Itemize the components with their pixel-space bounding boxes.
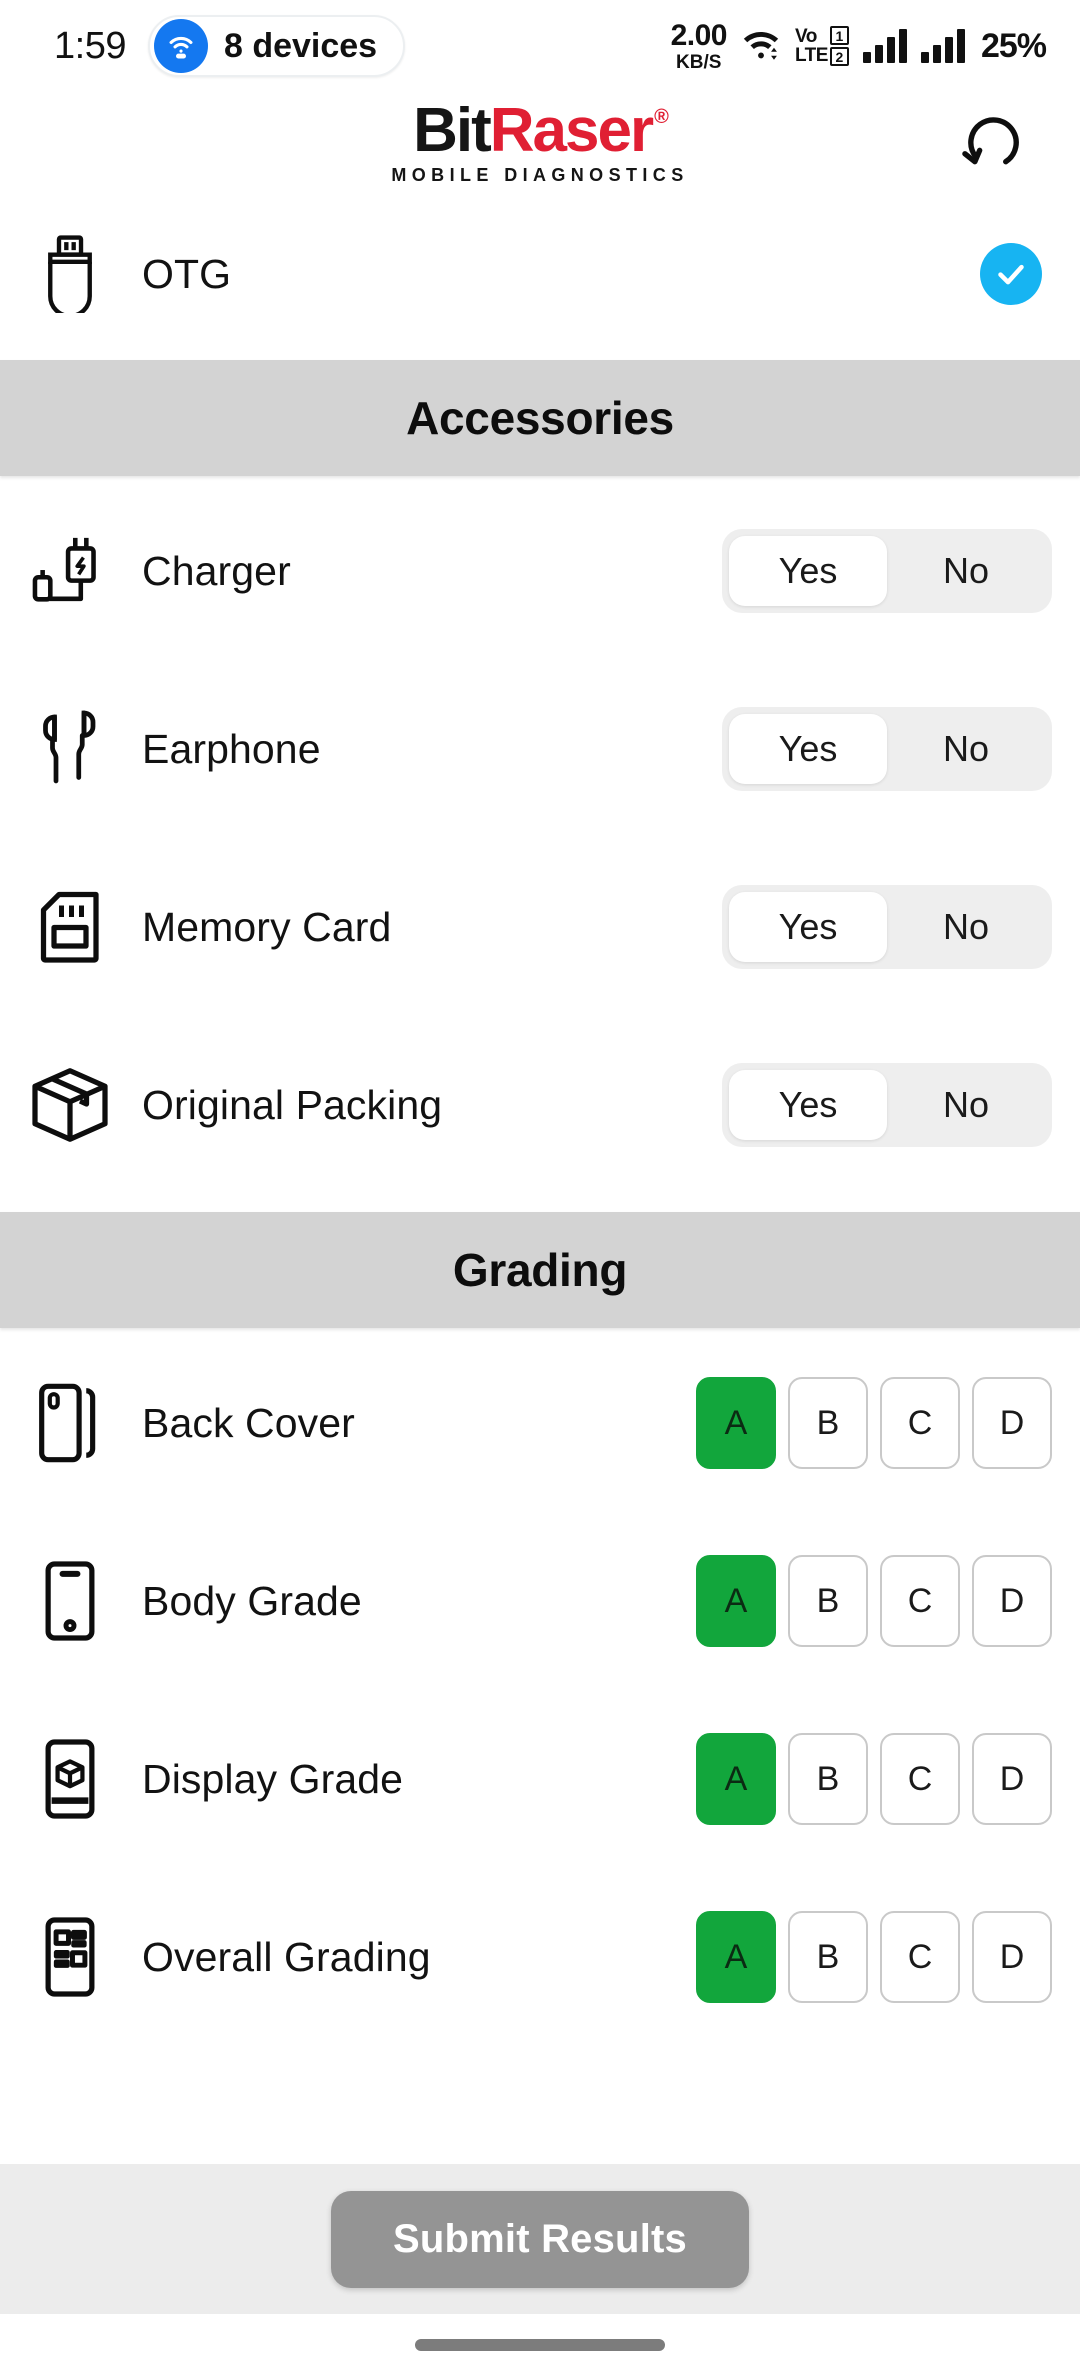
wifi-icon bbox=[741, 27, 781, 66]
footer-bar: Submit Results bbox=[0, 2164, 1080, 2314]
memory-card-icon bbox=[22, 887, 118, 967]
status-bar: 1:59 8 devices 2.00 KB/S Vo LTE 1 2 25% bbox=[0, 0, 1080, 92]
volte-label-lte: LTE bbox=[794, 45, 828, 66]
row-label-back-cover: Back Cover bbox=[142, 1399, 355, 1446]
row-otg[interactable]: OTG bbox=[0, 196, 1080, 342]
row-label-charger: Charger bbox=[142, 547, 291, 594]
network-speed-unit: KB/S bbox=[676, 51, 722, 73]
logo-registered-mark: ® bbox=[654, 105, 669, 128]
logo-wordmark: Bit Raser ® bbox=[413, 95, 669, 165]
phone-back-cover-icon bbox=[22, 1382, 118, 1464]
phone-display-icon bbox=[22, 1738, 118, 1820]
refresh-button[interactable] bbox=[948, 101, 1034, 187]
row-back-cover[interactable]: Back Cover A B C D bbox=[0, 1334, 1080, 1512]
phone-body-icon bbox=[22, 1560, 118, 1642]
logo-bit-text: Bit bbox=[413, 95, 492, 165]
row-label-original-packing: Original Packing bbox=[142, 1081, 443, 1128]
toggle-charger-no[interactable]: No bbox=[887, 536, 1045, 606]
logo-tagline: MOBILE DIAGNOSTICS bbox=[391, 165, 689, 186]
toggle-original-packing-yes[interactable]: Yes bbox=[729, 1070, 887, 1140]
toggle-charger-yes[interactable]: Yes bbox=[729, 536, 887, 606]
row-label-overall-grading: Overall Grading bbox=[142, 1933, 431, 1980]
grade-display-grade-c[interactable]: C bbox=[880, 1733, 960, 1825]
grade-display-grade-a[interactable]: A bbox=[696, 1733, 776, 1825]
status-icons: 2.00 KB/S Vo LTE 1 2 25% bbox=[670, 18, 1047, 73]
section-header-accessories: Accessories bbox=[0, 360, 1080, 476]
app-screen: 1:59 8 devices 2.00 KB/S Vo LTE 1 2 25% … bbox=[0, 0, 1080, 2376]
row-body-grade[interactable]: Body Grade A B C D bbox=[0, 1512, 1080, 1690]
toggle-original-packing[interactable]: Yes No bbox=[722, 1063, 1052, 1147]
battery-percent: 25% bbox=[980, 26, 1047, 65]
toggle-original-packing-no[interactable]: No bbox=[887, 1070, 1045, 1140]
grade-group-body-grade[interactable]: A B C D bbox=[696, 1555, 1052, 1647]
row-overall-grading[interactable]: Overall Grading A B C D bbox=[0, 1868, 1080, 2046]
earphone-icon bbox=[22, 709, 118, 789]
grade-display-grade-b[interactable]: B bbox=[788, 1733, 868, 1825]
grade-overall-grading-a[interactable]: A bbox=[696, 1911, 776, 2003]
row-display-grade[interactable]: Display Grade A B C D bbox=[0, 1690, 1080, 1868]
phone-overall-icon bbox=[22, 1916, 118, 1998]
hotspot-chip-label: 8 devices bbox=[223, 26, 378, 65]
charger-icon bbox=[22, 535, 118, 607]
row-label-earphone: Earphone bbox=[142, 725, 321, 772]
grade-group-back-cover[interactable]: A B C D bbox=[696, 1377, 1052, 1469]
grade-back-cover-a[interactable]: A bbox=[696, 1377, 776, 1469]
signal-bars-sim2-icon bbox=[920, 29, 965, 63]
volte-label-vo: Vo bbox=[794, 26, 817, 47]
row-label-memory-card: Memory Card bbox=[142, 903, 392, 950]
package-box-icon bbox=[22, 1066, 118, 1144]
grade-body-grade-b[interactable]: B bbox=[788, 1555, 868, 1647]
toggle-memory-card-no[interactable]: No bbox=[887, 892, 1045, 962]
row-earphone[interactable]: Earphone Yes No bbox=[0, 660, 1080, 838]
grade-overall-grading-d[interactable]: D bbox=[972, 1911, 1052, 2003]
grade-back-cover-b[interactable]: B bbox=[788, 1377, 868, 1469]
row-label-body-grade: Body Grade bbox=[142, 1577, 362, 1624]
grade-body-grade-d[interactable]: D bbox=[972, 1555, 1052, 1647]
toggle-memory-card[interactable]: Yes No bbox=[722, 885, 1052, 969]
section-header-grading: Grading bbox=[0, 1212, 1080, 1328]
row-charger[interactable]: Charger Yes No bbox=[0, 482, 1080, 660]
sim-2-badge: 2 bbox=[829, 47, 849, 66]
grade-back-cover-d[interactable]: D bbox=[972, 1377, 1052, 1469]
grade-group-overall-grading[interactable]: A B C D bbox=[696, 1911, 1052, 2003]
hotspot-chip[interactable]: 8 devices bbox=[147, 15, 406, 77]
refresh-icon bbox=[957, 109, 1025, 180]
grade-group-display-grade[interactable]: A B C D bbox=[696, 1733, 1052, 1825]
row-label-display-grade: Display Grade bbox=[142, 1755, 404, 1802]
volte-icon: Vo LTE 1 2 bbox=[795, 26, 849, 66]
toggle-earphone-yes[interactable]: Yes bbox=[729, 714, 887, 784]
check-circle-icon[interactable] bbox=[980, 243, 1042, 305]
section-title-grading: Grading bbox=[452, 1244, 628, 1296]
toggle-charger[interactable]: Yes No bbox=[722, 529, 1052, 613]
network-speed-value: 2.00 bbox=[670, 18, 728, 52]
diagnostics-list: OTG Accessories Charger Yes No Earphone … bbox=[0, 196, 1080, 2164]
toggle-earphone-no[interactable]: No bbox=[887, 714, 1045, 784]
grade-body-grade-c[interactable]: C bbox=[880, 1555, 960, 1647]
section-title-accessories: Accessories bbox=[406, 392, 674, 444]
app-header: Bit Raser ® MOBILE DIAGNOSTICS bbox=[0, 92, 1080, 196]
row-original-packing[interactable]: Original Packing Yes No bbox=[0, 1016, 1080, 1194]
submit-results-button[interactable]: Submit Results bbox=[331, 2190, 749, 2288]
toggle-memory-card-yes[interactable]: Yes bbox=[729, 892, 887, 962]
row-memory-card[interactable]: Memory Card Yes No bbox=[0, 838, 1080, 1016]
system-navigation-bar bbox=[0, 2314, 1080, 2376]
grade-overall-grading-b[interactable]: B bbox=[788, 1911, 868, 2003]
grade-overall-grading-c[interactable]: C bbox=[880, 1911, 960, 2003]
grade-display-grade-d[interactable]: D bbox=[972, 1733, 1052, 1825]
toggle-earphone[interactable]: Yes No bbox=[722, 707, 1052, 791]
network-speed: 2.00 KB/S bbox=[670, 18, 728, 73]
row-label-otg: OTG bbox=[142, 250, 232, 297]
sim-1-badge: 1 bbox=[829, 26, 849, 45]
gesture-home-pill[interactable] bbox=[415, 2339, 665, 2351]
wifi-tethering-icon bbox=[153, 19, 208, 73]
usb-drive-icon bbox=[22, 235, 118, 313]
bitraser-logo: Bit Raser ® MOBILE DIAGNOSTICS bbox=[391, 95, 689, 187]
status-clock: 1:59 bbox=[54, 24, 126, 67]
signal-bars-sim1-icon bbox=[862, 29, 907, 63]
grade-body-grade-a[interactable]: A bbox=[696, 1555, 776, 1647]
grade-back-cover-c[interactable]: C bbox=[880, 1377, 960, 1469]
logo-raser-text: Raser bbox=[489, 95, 654, 165]
